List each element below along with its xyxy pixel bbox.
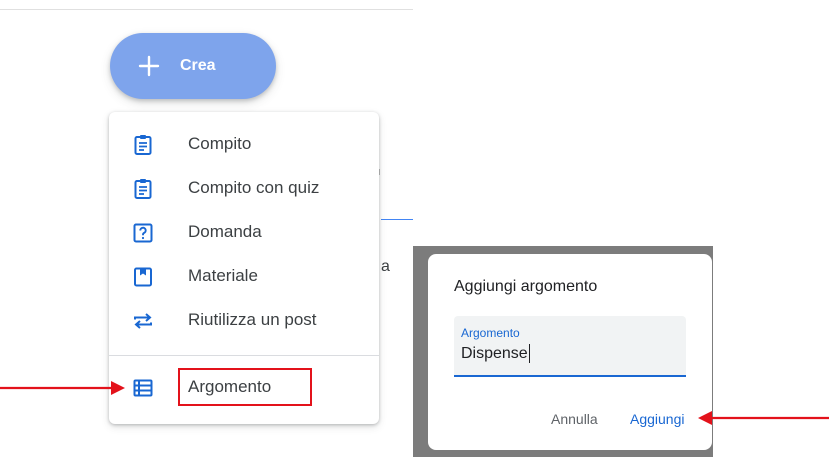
annotation-arrow-right (698, 411, 829, 425)
annotation-arrows (0, 381, 829, 425)
annotation-arrow-left (0, 381, 125, 395)
